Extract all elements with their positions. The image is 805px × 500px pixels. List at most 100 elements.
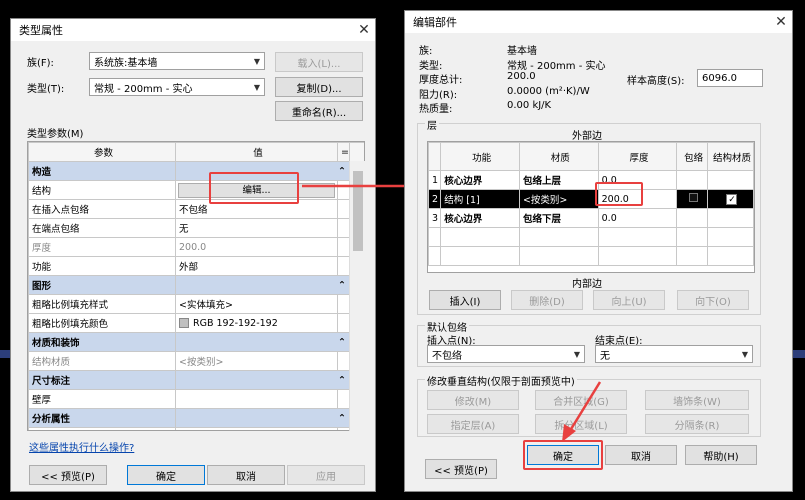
layer-row[interactable]: 3 核心边界 包络下层 0.0: [427, 208, 755, 228]
param-row[interactable]: 功能 外部: [28, 256, 364, 276]
rename-button[interactable]: 重命名(R)...: [275, 101, 363, 121]
wrap-checkbox[interactable]: [676, 189, 708, 209]
param-eq: [337, 294, 350, 314]
structural-material-checkbox[interactable]: [706, 208, 755, 228]
layer-row[interactable]: 2 结构 [1] <按类别> 200.0 ✓: [427, 189, 755, 209]
layer-mat[interactable]: 包络上层: [518, 170, 599, 190]
param-row[interactable]: 在端点包络无: [28, 218, 364, 238]
param-value[interactable]: ⌃: [175, 275, 350, 295]
end-point-value: 无: [600, 350, 610, 362]
assign-layer-button[interactable]: 指定层(A): [427, 414, 519, 434]
modify-button[interactable]: 修改(M): [427, 390, 519, 410]
ok-button[interactable]: 确定: [127, 465, 205, 485]
duplicate-button[interactable]: 复制(D)...: [275, 77, 363, 97]
chevron-down-icon: ▼: [741, 349, 748, 359]
param-value[interactable]: ⌃: [175, 332, 350, 352]
wrap-checkbox[interactable]: [676, 208, 708, 228]
param-name: 粗略比例填充颜色: [28, 313, 176, 333]
section-header[interactable]: 材质和装饰 ⌃: [28, 332, 364, 352]
empty-cell: [676, 227, 708, 247]
apply-button[interactable]: 应用: [287, 465, 365, 485]
help-link[interactable]: 这些属性执行什么操作?: [29, 439, 134, 454]
param-name: 传热系数(U): [28, 427, 176, 430]
layer-mat[interactable]: 包络下层: [518, 208, 599, 228]
param-value[interactable]: 200.0: [175, 237, 338, 257]
col-eq: =: [337, 142, 350, 162]
layer-mat[interactable]: <按类别>: [518, 189, 599, 209]
cancel-button[interactable]: 取消: [207, 465, 285, 485]
insert-point-select[interactable]: 不包络 ▼: [427, 345, 585, 363]
color-swatch[interactable]: [179, 318, 189, 328]
cancel-button[interactable]: 取消: [605, 445, 677, 465]
help-button[interactable]: 帮助(H): [685, 445, 757, 465]
dialog-title: 编辑部件: [413, 16, 457, 29]
info-label: 阻力(R):: [419, 89, 458, 101]
param-row[interactable]: 壁厚: [28, 389, 364, 409]
section-header[interactable]: 图形 ⌃: [28, 275, 364, 295]
empty-cell: [427, 246, 442, 266]
param-value[interactable]: <按类别>: [175, 351, 338, 371]
param-row[interactable]: 传热系数(U): [28, 427, 364, 430]
interior-side-label: 内部边: [572, 279, 602, 290]
sample-height-label: 样本高度(S):: [627, 76, 685, 87]
collapse-icon[interactable]: ⌃: [338, 375, 348, 386]
param-name: 粗略比例填充样式: [28, 294, 176, 314]
param-value[interactable]: 外部: [175, 256, 338, 276]
highlight-edit: [209, 172, 299, 204]
collapse-icon[interactable]: ⌃: [338, 280, 348, 291]
param-name: 在端点包络: [28, 218, 176, 238]
param-row[interactable]: 粗略比例填充颜色 RGB 192-192-192: [28, 313, 364, 333]
structural-material-checkbox[interactable]: ✓: [706, 189, 755, 209]
move-down-button[interactable]: 向下(O): [677, 290, 749, 310]
layers-group-label: 层: [425, 117, 439, 132]
delete-button[interactable]: 删除(D): [511, 290, 583, 310]
section-header[interactable]: 分析属性 ⌃: [28, 408, 364, 428]
layer-row[interactable]: 1 核心边界 包络上层 0.0: [427, 170, 755, 190]
preview-button[interactable]: << 预览(P): [425, 459, 497, 479]
param-row[interactable]: 厚度 200.0: [28, 237, 364, 257]
param-value[interactable]: [175, 389, 338, 409]
collapse-icon[interactable]: ⌃: [338, 413, 348, 424]
wall-sweep-button[interactable]: 墙饰条(W): [645, 390, 749, 410]
wrap-checkbox[interactable]: [676, 170, 708, 190]
col-value: 值: [175, 142, 338, 162]
param-value[interactable]: RGB 192-192-192: [175, 313, 338, 333]
empty-cell: [518, 246, 599, 266]
param-name: 在插入点包络: [28, 199, 176, 219]
param-value[interactable]: <实体填充>: [175, 294, 338, 314]
move-up-button[interactable]: 向上(U): [593, 290, 665, 310]
title-bar: 类型属性 ✕: [11, 19, 375, 41]
layer-func[interactable]: 核心边界: [440, 208, 520, 228]
param-value[interactable]: [175, 427, 338, 430]
insert-button[interactable]: 插入(I): [429, 290, 501, 310]
close-icon[interactable]: ✕: [770, 14, 792, 30]
param-value[interactable]: 无: [175, 218, 338, 238]
param-row[interactable]: 粗略比例填充样式 <实体填充>: [28, 294, 364, 314]
layers-col-header: 材质: [518, 142, 599, 171]
param-name: 尺寸标注: [28, 370, 176, 390]
load-button[interactable]: 载入(L)...: [275, 52, 363, 72]
layer-n: 2: [427, 189, 442, 209]
layer-func[interactable]: 核心边界: [440, 170, 520, 190]
param-value[interactable]: ⌃: [175, 370, 350, 390]
param-row[interactable]: 结构材质 <按类别>: [28, 351, 364, 371]
type-label: 类型(T):: [27, 84, 65, 95]
param-value[interactable]: ⌃: [175, 408, 350, 428]
reveal-button[interactable]: 分隔条(R): [645, 414, 749, 434]
param-name: 壁厚: [28, 389, 176, 409]
preview-button[interactable]: << 预览(P): [29, 465, 107, 485]
sample-height-input[interactable]: 6096.0: [697, 69, 763, 87]
family-select[interactable]: 系统族:基本墙 ▼: [89, 52, 265, 70]
empty-cell: [706, 227, 755, 247]
layer-func[interactable]: 结构 [1]: [440, 189, 520, 209]
collapse-icon[interactable]: ⌃: [338, 337, 348, 348]
close-icon[interactable]: ✕: [353, 22, 375, 38]
type-select[interactable]: 常规 - 200mm - 实心 ▼: [89, 78, 265, 96]
structural-material-checkbox[interactable]: [706, 170, 755, 190]
param-name: 功能: [28, 256, 176, 276]
layers-col-header: 功能: [440, 142, 520, 171]
param-eq: [337, 237, 350, 257]
end-point-select[interactable]: 无 ▼: [595, 345, 753, 363]
layer-thick[interactable]: 0.0: [597, 208, 678, 228]
section-header[interactable]: 尺寸标注 ⌃: [28, 370, 364, 390]
